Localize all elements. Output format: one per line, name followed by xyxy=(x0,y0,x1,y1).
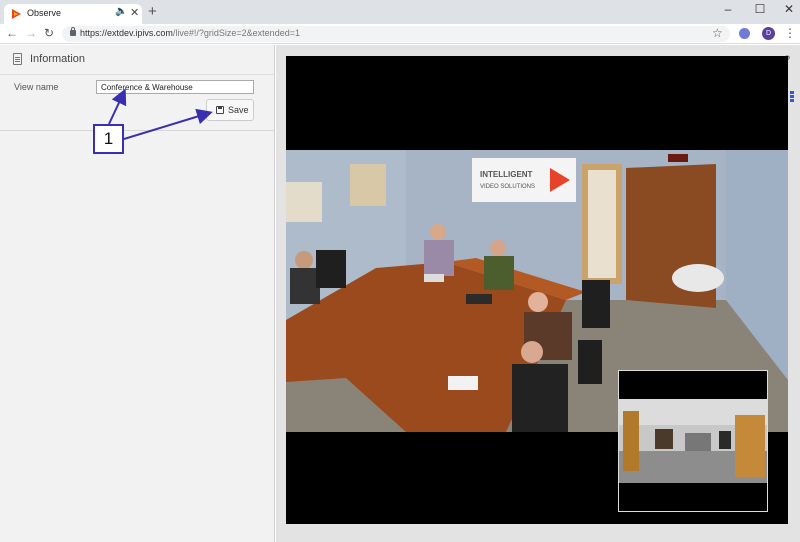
warehouse-image xyxy=(619,371,767,511)
save-button[interactable]: Save xyxy=(206,99,254,121)
close-tab-icon[interactable]: ✕ xyxy=(130,6,139,19)
sign-text-line1: INTELLIGENT xyxy=(480,170,533,179)
warehouse-camera-feed[interactable] xyxy=(618,370,768,512)
close-window-icon[interactable]: ✕ xyxy=(779,2,799,16)
panel-divider xyxy=(0,130,274,131)
video-grid-area: ⚙ ? INTELLIGENT VIDEO SOLUTIONS xyxy=(276,45,800,542)
grid-menu-icon[interactable] xyxy=(790,91,794,103)
sign-text-line2: VIDEO SOLUTIONS xyxy=(480,184,535,190)
minimize-icon[interactable]: – xyxy=(718,2,738,16)
lock-icon[interactable] xyxy=(70,27,76,36)
observe-favicon-icon xyxy=(12,9,21,19)
panel-header: Information xyxy=(0,45,274,75)
view-name-input[interactable] xyxy=(96,80,254,94)
browser-menu-icon[interactable]: ⋮ xyxy=(784,26,796,40)
tab-title: Observe xyxy=(27,8,62,18)
url-field[interactable]: https://extdev.ipivs.com/live#!/?gridSiz… xyxy=(62,26,730,42)
bookmark-star-icon[interactable]: ☆ xyxy=(712,26,723,40)
profile-avatar[interactable]: D xyxy=(762,27,775,40)
forward-icon[interactable]: → xyxy=(24,26,38,40)
document-icon xyxy=(13,53,22,65)
reload-icon[interactable]: ↻ xyxy=(42,26,56,40)
callout-number-box: 1 xyxy=(93,124,124,154)
save-button-label: Save xyxy=(228,105,249,115)
panel-title: Information xyxy=(30,53,86,65)
address-bar-row: ← → ↻ https://extdev.ipivs.com/live#!/?g… xyxy=(0,24,800,44)
url-domain: https://extdev.ipivs.com xyxy=(80,28,173,38)
browser-tab[interactable]: Observe 🔈 ✕ xyxy=(4,4,142,24)
floppy-disk-icon xyxy=(216,106,224,114)
url-path: /live#!/?gridSize=2&extended=1 xyxy=(172,28,300,38)
url-text: https://extdev.ipivs.com/live#!/?gridSiz… xyxy=(80,28,300,38)
speaker-icon[interactable]: 🔈 xyxy=(115,6,127,17)
new-tab-icon[interactable]: + xyxy=(148,4,157,19)
maximize-icon[interactable]: ☐ xyxy=(750,2,770,16)
extension-icon[interactable] xyxy=(739,28,750,39)
back-icon[interactable]: ← xyxy=(5,26,19,40)
view-name-label: View name xyxy=(14,82,59,92)
browser-tab-strip: Observe 🔈 ✕ + – ☐ ✕ xyxy=(0,0,800,24)
video-tile[interactable]: INTELLIGENT VIDEO SOLUTIONS xyxy=(286,56,788,524)
information-panel: Information View name Save xyxy=(0,45,275,542)
